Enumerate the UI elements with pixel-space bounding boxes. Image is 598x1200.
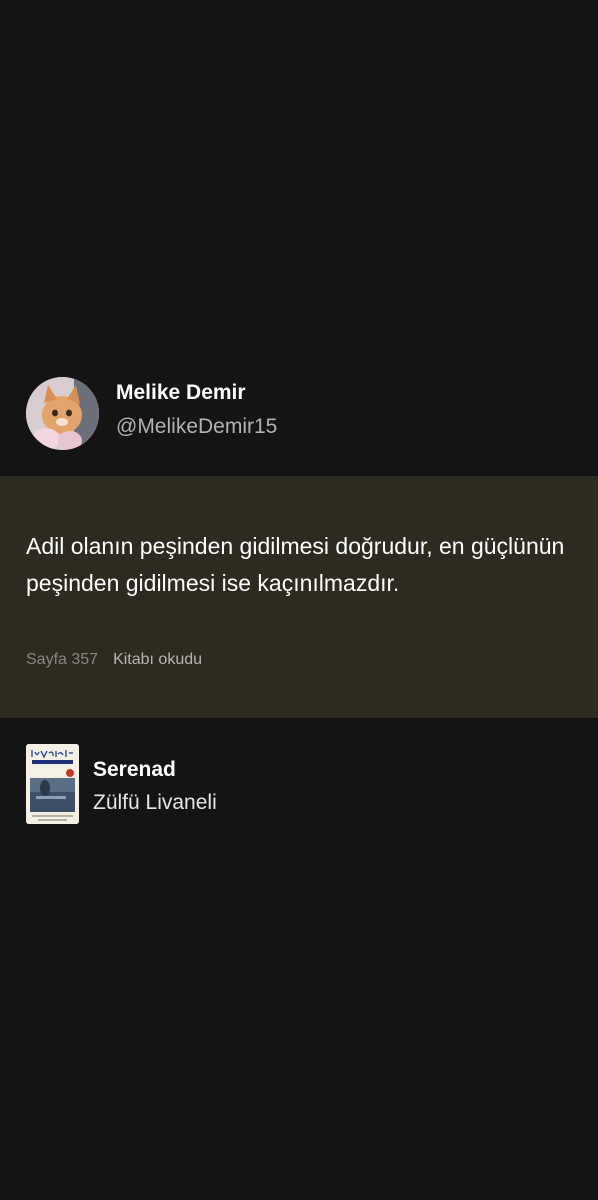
screen: Melike Demir @MelikeDemir15 Adil olanın …: [0, 0, 598, 1200]
read-status: Kitabı okudu: [113, 651, 203, 668]
author-header[interactable]: Melike Demir @MelikeDemir15: [26, 376, 277, 450]
book-author[interactable]: Zülfü Livaneli: [93, 790, 217, 816]
page-reference: Sayfa 357: [26, 651, 99, 668]
book-title[interactable]: Serenad: [93, 757, 217, 783]
book-cover-image-icon: [26, 744, 79, 824]
quote-meta: Sayfa 357 Kitabı okudu: [26, 650, 202, 670]
book-cover[interactable]: [26, 744, 79, 824]
avatar[interactable]: [26, 376, 99, 450]
author-handle[interactable]: @MelikeDemir15: [116, 414, 277, 440]
quote-card[interactable]: Adil olanın peşinden gidilmesi doğrudur,…: [0, 476, 598, 718]
book-info[interactable]: Serenad Zülfü Livaneli: [26, 744, 217, 824]
author-name[interactable]: Melike Demir: [116, 380, 277, 406]
quote-text: Adil olanın peşinden gidilmesi doğrudur,…: [26, 533, 565, 596]
avatar-image-icon: [26, 376, 99, 450]
author-text: Melike Demir @MelikeDemir15: [116, 381, 277, 440]
book-text: Serenad Zülfü Livaneli: [93, 744, 217, 816]
